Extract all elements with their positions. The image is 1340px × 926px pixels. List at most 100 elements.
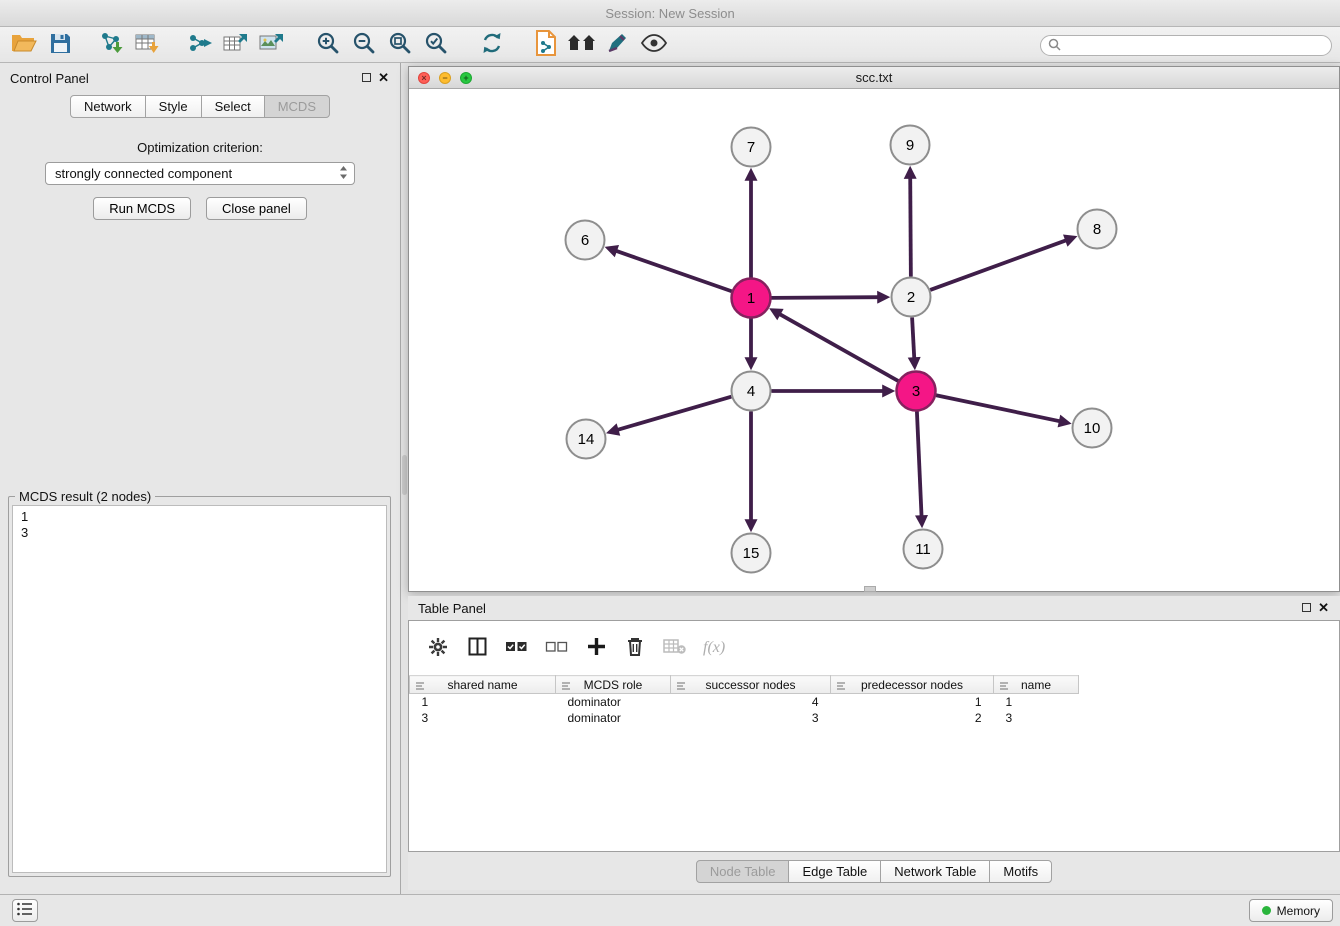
memory-button[interactable]: Memory bbox=[1249, 899, 1333, 922]
graph-node-7[interactable]: 7 bbox=[732, 128, 771, 167]
float-panel-icon[interactable] bbox=[362, 73, 371, 82]
home-button[interactable] bbox=[564, 30, 600, 60]
minimize-window-icon[interactable]: − bbox=[439, 72, 451, 84]
graph-node-4[interactable]: 4 bbox=[732, 372, 771, 411]
graph-edge-1-2[interactable] bbox=[771, 297, 878, 298]
sort-icon bbox=[561, 680, 571, 694]
titlebar[interactable]: Session: New Session bbox=[0, 0, 1340, 27]
mcds-result-group: MCDS result (2 nodes) 13 bbox=[8, 496, 391, 877]
tab-network[interactable]: Network bbox=[70, 95, 146, 118]
table-cell[interactable]: 3 bbox=[410, 710, 556, 726]
column-header-mcds-role[interactable]: MCDS role bbox=[556, 676, 671, 694]
graph-node-6[interactable]: 6 bbox=[566, 221, 605, 260]
graph-edge-4-14[interactable] bbox=[617, 397, 731, 430]
mcds-result-list[interactable]: 13 bbox=[12, 505, 387, 873]
table-cell[interactable]: dominator bbox=[556, 694, 671, 710]
pane-splitter-handle[interactable] bbox=[402, 455, 407, 495]
table-cell[interactable]: 3 bbox=[994, 710, 1079, 726]
optimization-criterion-select[interactable]: strongly connected component bbox=[45, 162, 355, 185]
show-hide-button[interactable] bbox=[636, 30, 672, 60]
export-table-button[interactable] bbox=[218, 30, 254, 60]
network-graph[interactable]: 1 2 3 4 6 7 8 9 10 11 14 15 bbox=[409, 89, 1339, 591]
graph-node-15[interactable]: 15 bbox=[732, 534, 771, 573]
column-header-successor-nodes[interactable]: successor nodes bbox=[671, 676, 831, 694]
tab-style[interactable]: Style bbox=[145, 95, 202, 118]
show-columns-button[interactable] bbox=[466, 636, 488, 660]
apply-style-button[interactable] bbox=[600, 30, 636, 60]
column-header-predecessor-nodes[interactable]: predecessor nodes bbox=[831, 676, 994, 694]
tab-edge-table[interactable]: Edge Table bbox=[788, 860, 881, 883]
tab-mcds[interactable]: MCDS bbox=[264, 95, 330, 118]
graph-edge-2-9[interactable] bbox=[910, 177, 911, 276]
table-cell[interactable]: dominator bbox=[556, 710, 671, 726]
table-cell[interactable]: 1 bbox=[831, 694, 994, 710]
graph-edge-1-6[interactable] bbox=[616, 251, 732, 292]
import-network-button[interactable] bbox=[94, 30, 130, 60]
column-header-shared-name[interactable]: shared name bbox=[410, 676, 556, 694]
result-item[interactable]: 1 bbox=[21, 509, 378, 525]
sort-icon bbox=[999, 680, 1009, 694]
search-input[interactable] bbox=[1065, 37, 1331, 54]
window-title: Session: New Session bbox=[605, 6, 734, 21]
tab-node-table[interactable]: Node Table bbox=[696, 860, 790, 883]
tab-motifs[interactable]: Motifs bbox=[989, 860, 1052, 883]
window-resize-handle[interactable] bbox=[864, 586, 876, 592]
deselect-all-rows-button[interactable] bbox=[545, 636, 568, 660]
zoom-fit-button[interactable] bbox=[382, 30, 418, 60]
graph-edge-3-1[interactable] bbox=[779, 314, 898, 381]
show-panels-button[interactable] bbox=[12, 899, 38, 922]
tab-network-table[interactable]: Network Table bbox=[880, 860, 990, 883]
save-session-button[interactable] bbox=[42, 30, 78, 60]
sort-icon bbox=[676, 680, 686, 694]
result-item[interactable]: 3 bbox=[21, 525, 378, 541]
graph-node-3[interactable]: 3 bbox=[897, 372, 936, 411]
graph-node-1[interactable]: 1 bbox=[732, 279, 771, 318]
zoom-selected-button[interactable] bbox=[418, 30, 454, 60]
graph-node-2[interactable]: 2 bbox=[892, 278, 931, 317]
export-network-button[interactable] bbox=[182, 30, 218, 60]
network-from-clipboard-button[interactable] bbox=[528, 30, 564, 60]
maximize-window-icon[interactable]: + bbox=[460, 72, 472, 84]
trash-icon bbox=[626, 636, 644, 660]
delete-table-button[interactable] bbox=[663, 636, 686, 660]
zoom-in-button[interactable] bbox=[310, 30, 346, 60]
select-all-rows-button[interactable] bbox=[505, 636, 528, 660]
column-header-label: MCDS role bbox=[584, 678, 643, 692]
delete-column-button[interactable] bbox=[624, 636, 646, 660]
graph-node-10[interactable]: 10 bbox=[1073, 409, 1112, 448]
close-table-panel-icon[interactable]: ✕ bbox=[1318, 600, 1329, 616]
close-panel-button[interactable]: Close panel bbox=[206, 197, 307, 220]
refresh-button[interactable] bbox=[474, 30, 510, 60]
column-header-name[interactable]: name bbox=[994, 676, 1079, 694]
table-cell[interactable]: 1 bbox=[410, 694, 556, 710]
graph-edge-3-10[interactable] bbox=[936, 395, 1060, 421]
table-row[interactable]: 3dominator323 bbox=[410, 710, 1079, 726]
zoom-out-button[interactable] bbox=[346, 30, 382, 60]
graph-node-11[interactable]: 11 bbox=[904, 530, 943, 569]
function-builder-button[interactable]: f(x) bbox=[703, 636, 725, 660]
table-cell[interactable]: 4 bbox=[671, 694, 831, 710]
close-window-icon[interactable]: × bbox=[418, 72, 430, 84]
add-column-button[interactable] bbox=[585, 636, 607, 660]
graph-node-14[interactable]: 14 bbox=[567, 420, 606, 459]
tab-select[interactable]: Select bbox=[201, 95, 265, 118]
export-image-button[interactable] bbox=[254, 30, 290, 60]
import-table-button[interactable] bbox=[130, 30, 166, 60]
graph-node-9[interactable]: 9 bbox=[891, 126, 930, 165]
graph-edge-2-3[interactable] bbox=[912, 317, 914, 358]
table-cell[interactable]: 2 bbox=[831, 710, 994, 726]
table-settings-button[interactable] bbox=[427, 636, 449, 660]
network-window-titlebar[interactable]: × − + scc.txt bbox=[409, 67, 1339, 89]
run-mcds-button[interactable]: Run MCDS bbox=[93, 197, 191, 220]
table-cell[interactable]: 1 bbox=[994, 694, 1079, 710]
graph-edge-2-8[interactable] bbox=[930, 240, 1066, 290]
graph-edge-3-11[interactable] bbox=[917, 411, 922, 516]
eye-icon bbox=[641, 34, 667, 55]
table-row[interactable]: 1dominator411 bbox=[410, 694, 1079, 710]
close-panel-icon[interactable]: ✕ bbox=[378, 70, 389, 86]
open-file-button[interactable] bbox=[6, 30, 42, 60]
table-cell[interactable]: 3 bbox=[671, 710, 831, 726]
float-table-panel-icon[interactable] bbox=[1302, 603, 1311, 612]
graph-node-8[interactable]: 8 bbox=[1078, 210, 1117, 249]
network-canvas[interactable]: 1 2 3 4 6 7 8 9 10 11 14 15 bbox=[409, 89, 1339, 591]
